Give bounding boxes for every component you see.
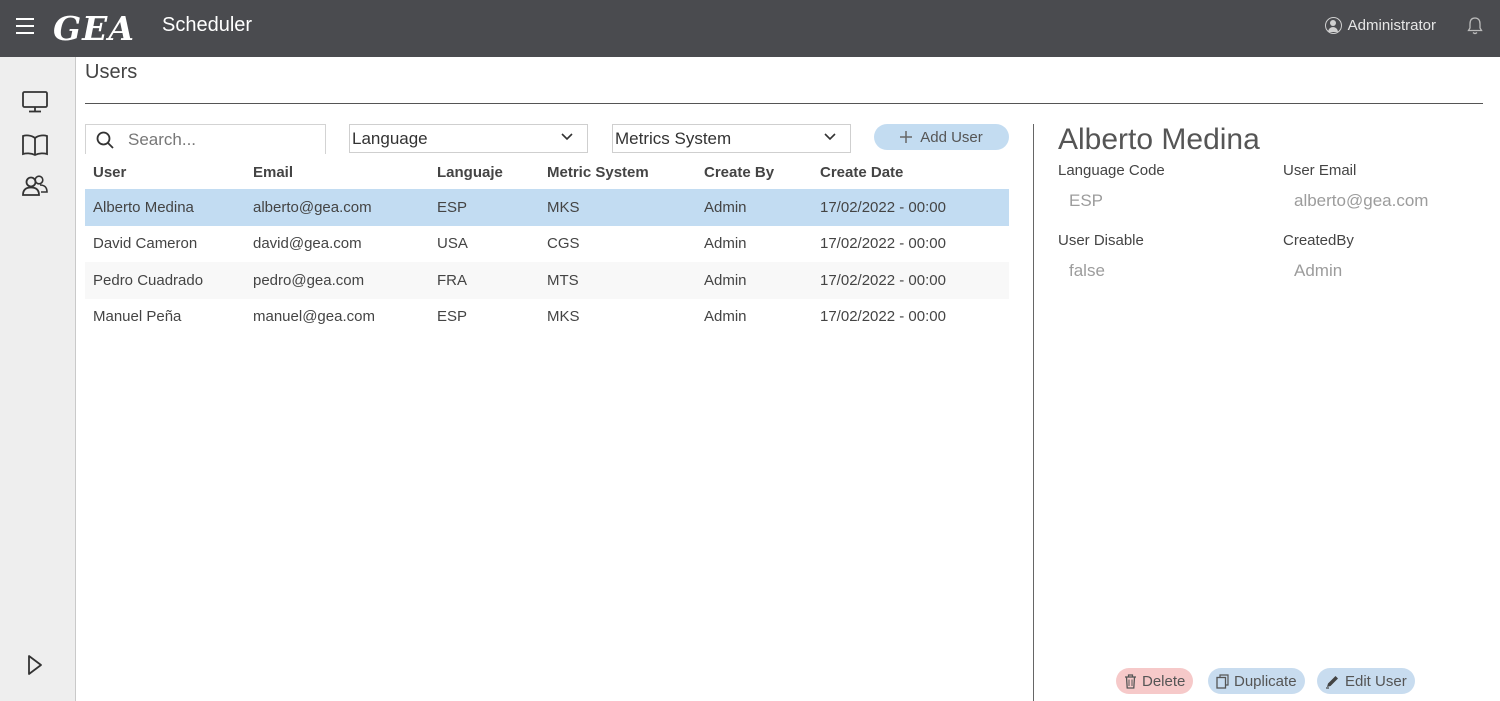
trash-icon: [1125, 673, 1136, 689]
title-divider: [85, 103, 1483, 104]
cell-email: alberto@gea.com: [253, 198, 372, 216]
cell-created-by: Admin: [704, 308, 747, 326]
book-icon: [22, 134, 48, 157]
cell-created-by: Admin: [704, 198, 747, 216]
cell-created-by: Admin: [704, 271, 747, 289]
edit-user-button[interactable]: Edit User: [1317, 668, 1415, 694]
delete-label: Delete: [1142, 672, 1186, 690]
table-header: User Email Languaje Metric System Create…: [85, 155, 1009, 189]
search-box[interactable]: [85, 124, 326, 154]
cell-metric: MKS: [547, 308, 580, 326]
chevron-down-icon: [561, 133, 573, 141]
plus-icon: [900, 131, 913, 143]
cell-user: Pedro Cuadrado: [93, 271, 204, 289]
copy-icon: [1216, 673, 1229, 689]
chevron-down-icon: [824, 133, 836, 141]
delete-button[interactable]: Delete: [1116, 668, 1194, 694]
language-select[interactable]: Language: [349, 124, 588, 153]
user-circle-icon: [1324, 17, 1342, 34]
metrics-select-value: Metrics System: [615, 128, 732, 148]
user-name: Administrator: [1347, 17, 1436, 34]
cell-language: USA: [437, 235, 468, 253]
users-icon: [22, 175, 48, 196]
table-row[interactable]: David Cameron david@gea.com USA CGS Admi…: [85, 226, 1009, 263]
panel-divider: [1033, 124, 1034, 701]
users-table: User Email Languaje Metric System Create…: [85, 155, 1009, 335]
cell-language: ESP: [437, 308, 468, 326]
monitor-icon: [22, 91, 48, 113]
cell-language: FRA: [437, 271, 467, 289]
column-header-create-date[interactable]: Create Date: [820, 164, 1009, 181]
cell-user: Manuel Peña: [93, 308, 182, 326]
cell-created-by: Admin: [704, 235, 747, 253]
table-row[interactable]: Manuel Peña manuel@gea.com ESP MKS Admin…: [85, 299, 1009, 336]
user-email-label: User Email: [1283, 162, 1357, 179]
column-header-create-by[interactable]: Create By: [704, 164, 820, 181]
duplicate-label: Duplicate: [1234, 672, 1297, 690]
language-code-label: Language Code: [1058, 162, 1165, 179]
table-row[interactable]: Alberto Medina alberto@gea.com ESP MKS A…: [85, 189, 1009, 226]
sidebar-item-users[interactable]: [18, 171, 52, 201]
cell-metric: CGS: [547, 235, 580, 253]
sidebar-item-book[interactable]: [18, 130, 52, 160]
created-by-value: Admin: [1294, 261, 1343, 280]
page-title: Users: [85, 61, 138, 83]
cell-created-date: 17/02/2022 - 00:00: [820, 271, 946, 289]
detail-user-name: Alberto Medina: [1058, 123, 1260, 156]
sidebar-item-monitor[interactable]: [18, 87, 52, 117]
edit-user-label: Edit User: [1345, 672, 1407, 690]
cell-user: Alberto Medina: [93, 198, 194, 216]
metrics-system-select[interactable]: Metrics System: [612, 124, 851, 153]
sidebar: [0, 57, 76, 701]
cell-metric: MKS: [547, 198, 580, 216]
cell-email: david@gea.com: [253, 235, 362, 253]
created-by-label: CreatedBy: [1283, 232, 1354, 249]
user-email-value: alberto@gea.com: [1294, 191, 1429, 210]
cell-email: pedro@gea.com: [253, 271, 365, 289]
add-user-label: Add User: [920, 128, 983, 146]
column-header-email[interactable]: Email: [253, 164, 437, 181]
sidebar-expand-button[interactable]: [18, 650, 52, 680]
pencil-icon: [1326, 675, 1338, 689]
cell-created-date: 17/02/2022 - 00:00: [820, 198, 946, 216]
user-disable-value: false: [1069, 261, 1105, 280]
cell-created-date: 17/02/2022 - 00:00: [820, 308, 946, 326]
user-menu[interactable]: Administrator: [1324, 17, 1436, 34]
cell-metric: MTS: [547, 271, 579, 289]
hamburger-menu-icon[interactable]: [16, 18, 34, 34]
table-row[interactable]: Pedro Cuadrado pedro@gea.com FRA MTS Adm…: [85, 262, 1009, 299]
duplicate-button[interactable]: Duplicate: [1208, 668, 1305, 694]
column-header-language[interactable]: Languaje: [437, 164, 547, 181]
play-icon: [28, 655, 42, 675]
user-disable-label: User Disable: [1058, 232, 1144, 249]
cell-user: David Cameron: [93, 235, 198, 253]
gea-logo: GEA: [53, 9, 135, 48]
cell-created-date: 17/02/2022 - 00:00: [820, 235, 946, 253]
cell-language: ESP: [437, 198, 468, 216]
bell-icon[interactable]: [1467, 16, 1483, 36]
language-code-value: ESP: [1069, 191, 1104, 210]
language-select-value: Language: [352, 128, 428, 148]
top-bar: GEA Scheduler Administrator: [0, 0, 1500, 57]
column-header-metric-system[interactable]: Metric System: [547, 164, 704, 181]
search-icon: [96, 131, 114, 149]
add-user-button[interactable]: Add User: [874, 124, 1009, 150]
column-header-user[interactable]: User: [85, 164, 253, 181]
app-title: Scheduler: [162, 14, 253, 36]
search-input[interactable]: [128, 129, 308, 150]
cell-email: manuel@gea.com: [253, 308, 375, 326]
